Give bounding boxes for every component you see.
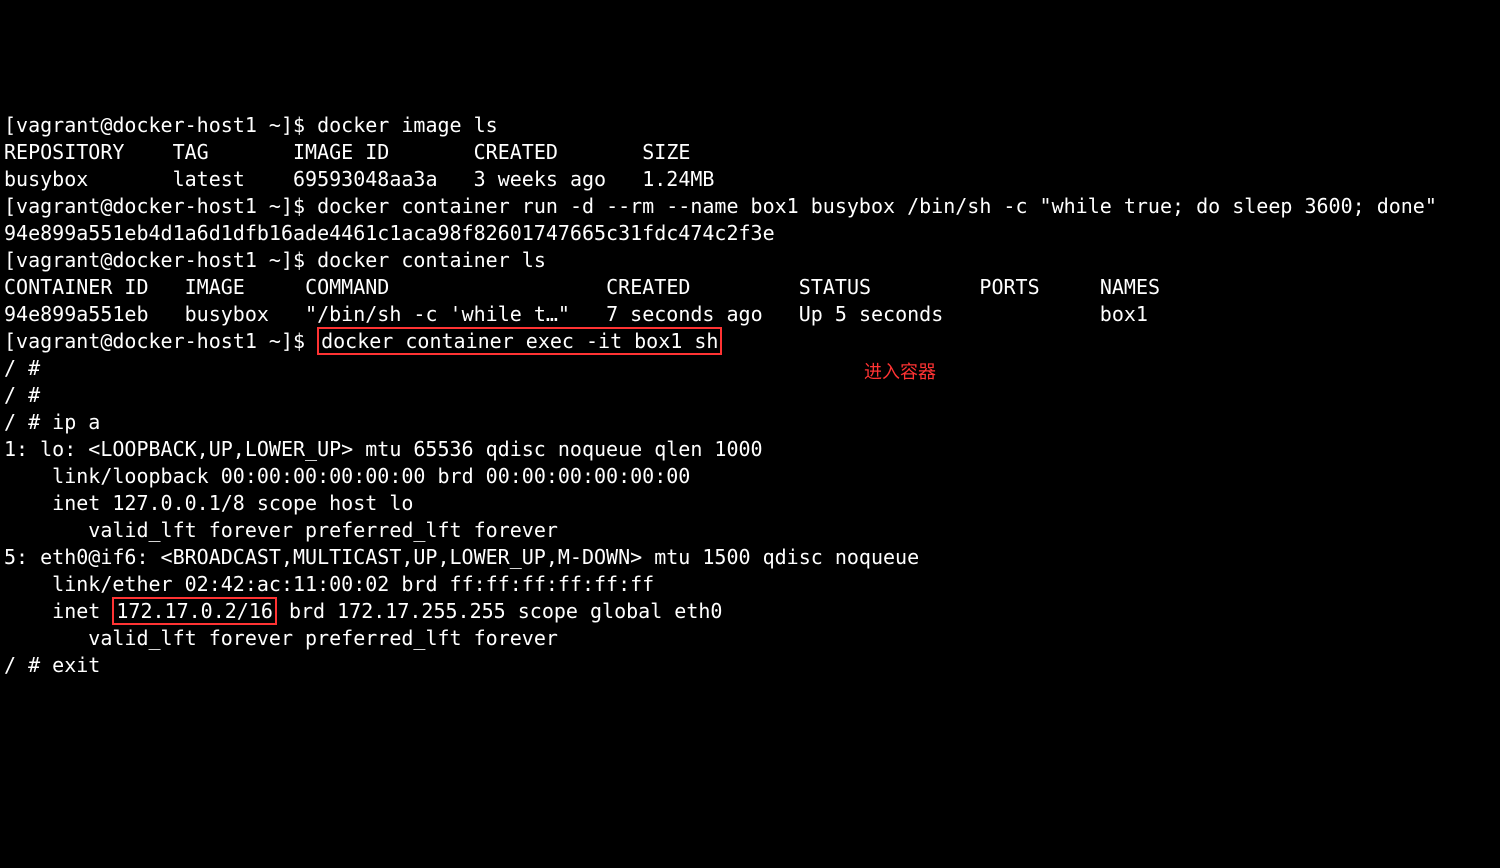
container-shell-prompt: / # (4, 653, 52, 677)
highlighted-ip-box: 172.17.0.2/16 (112, 597, 277, 625)
col-header-size: SIZE (642, 140, 690, 164)
ip-output-line: valid_lft forever preferred_lft forever (4, 626, 558, 650)
col-header-ports: PORTS (979, 275, 1039, 299)
command-text: ip a (52, 410, 100, 434)
container-id: 94e899a551eb (4, 302, 149, 326)
col-header-status: STATUS (799, 275, 871, 299)
col-header-imageid: IMAGE ID (293, 140, 389, 164)
container-status: Up 5 seconds (799, 302, 944, 326)
container-command: "/bin/sh -c 'while t…" (305, 302, 570, 326)
ip-output-line: 1: lo: <LOOPBACK,UP,LOWER_UP> mtu 65536 … (4, 437, 763, 461)
col-header-tag: TAG (173, 140, 209, 164)
command-text: docker container ls (317, 248, 546, 272)
image-size: 1.24MB (642, 167, 714, 191)
container-shell-prompt: / # (4, 383, 52, 407)
terminal-window[interactable]: [vagrant@docker-host1 ~]$ docker image l… (4, 85, 1496, 733)
shell-prompt: [vagrant@docker-host1 ~]$ (4, 194, 317, 218)
col-header-created: CREATED (474, 140, 558, 164)
command-text: docker image ls (317, 113, 498, 137)
container-names: box1 (1100, 302, 1148, 326)
ip-output-line: brd 172.17.255.255 scope global eth0 (277, 599, 723, 623)
ip-output-line: link/loopback 00:00:00:00:00:00 brd 00:0… (4, 464, 690, 488)
terminal-output[interactable]: [vagrant@docker-host1 ~]$ docker image l… (4, 112, 1496, 679)
image-tag: latest (173, 167, 245, 191)
shell-prompt: [vagrant@docker-host1 ~]$ (4, 248, 317, 272)
ip-output-line: link/ether 02:42:ac:11:00:02 brd ff:ff:f… (4, 572, 654, 596)
container-hash: 94e899a551eb4d1a6d1dfb16ade4461c1aca98f8… (4, 221, 775, 245)
container-shell-prompt: / # (4, 356, 52, 380)
image-created: 3 weeks ago (474, 167, 606, 191)
col-header-repository: REPOSITORY (4, 140, 124, 164)
ip-output-line: inet (4, 599, 112, 623)
col-header-image: IMAGE (185, 275, 245, 299)
command-text: docker container run -d --rm --name box1… (317, 194, 1437, 218)
shell-prompt: [vagrant@docker-host1 ~]$ (4, 113, 317, 137)
highlighted-command-box: docker container exec -it box1 sh (317, 327, 722, 355)
col-header-created: CREATED (606, 275, 690, 299)
image-id: 69593048aa3a (293, 167, 438, 191)
col-header-command: COMMAND (305, 275, 389, 299)
col-header-names: NAMES (1100, 275, 1160, 299)
ip-output-line: inet 127.0.0.1/8 scope host lo (4, 491, 413, 515)
container-created: 7 seconds ago (606, 302, 763, 326)
container-image: busybox (185, 302, 269, 326)
ip-address: 172.17.0.2/16 (116, 599, 273, 623)
ip-output-line: valid_lft forever preferred_lft forever (4, 518, 558, 542)
col-header-container-id: CONTAINER ID (4, 275, 149, 299)
command-text: docker container exec -it box1 sh (321, 329, 718, 353)
shell-prompt: [vagrant@docker-host1 ~]$ (4, 329, 317, 353)
image-repo: busybox (4, 167, 88, 191)
command-text: exit (52, 653, 100, 677)
container-shell-prompt: / # (4, 410, 52, 434)
annotation-label: 进入容器 (864, 360, 936, 384)
ip-output-line: 5: eth0@if6: <BROADCAST,MULTICAST,UP,LOW… (4, 545, 919, 569)
